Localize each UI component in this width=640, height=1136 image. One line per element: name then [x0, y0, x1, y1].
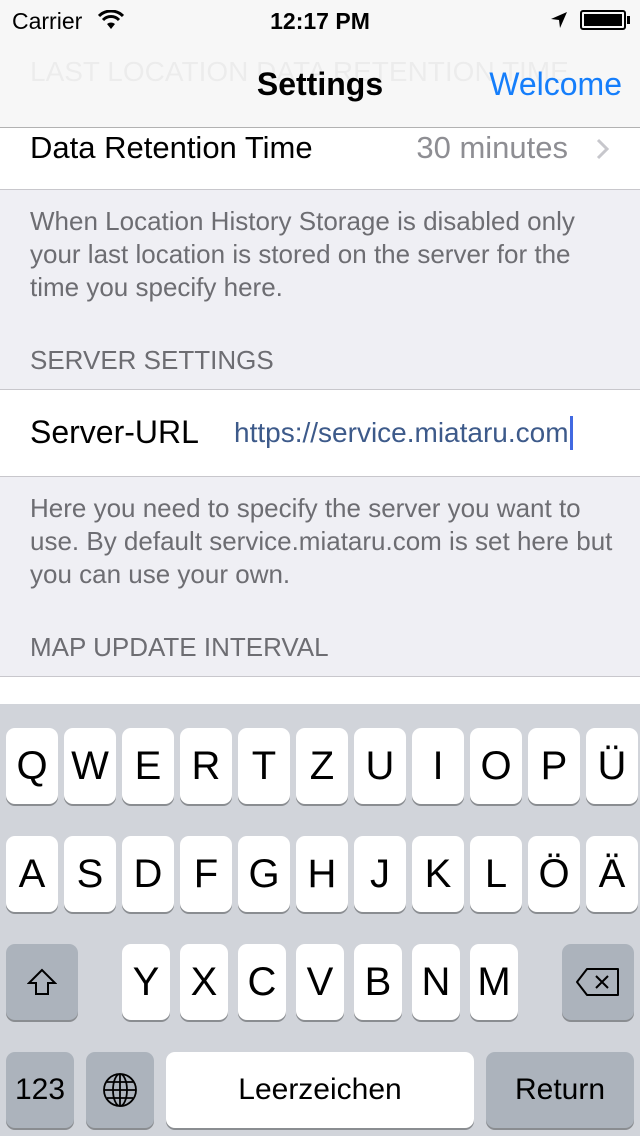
- server-url-input[interactable]: https://service.miataru.com: [234, 416, 573, 450]
- shift-key[interactable]: [6, 944, 78, 1020]
- data-retention-footer: When Location History Storage is disable…: [30, 206, 575, 302]
- key[interactable]: G: [238, 836, 290, 912]
- key[interactable]: E: [122, 728, 174, 804]
- key[interactable]: Y: [122, 944, 170, 1020]
- chevron-right-icon: [596, 138, 610, 160]
- key[interactable]: O: [470, 728, 522, 804]
- status-bar: Carrier 12:17 PM: [0, 0, 640, 40]
- numbers-key[interactable]: 123: [6, 1052, 74, 1128]
- key[interactable]: R: [180, 728, 232, 804]
- location-arrow-icon: [551, 12, 567, 28]
- key[interactable]: L: [470, 836, 522, 912]
- key[interactable]: V: [296, 944, 344, 1020]
- key[interactable]: X: [180, 944, 228, 1020]
- keyboard: QWERTZUIOPÜ ASDFGHJKLÖÄ YXCVBNM 123 Leer…: [0, 704, 640, 1136]
- data-retention-value: 30 minutes: [416, 130, 568, 165]
- globe-key[interactable]: [86, 1052, 154, 1128]
- key[interactable]: C: [238, 944, 286, 1020]
- key[interactable]: H: [296, 836, 348, 912]
- clock: 12:17 PM: [270, 8, 370, 34]
- key[interactable]: B: [354, 944, 402, 1020]
- key[interactable]: A: [6, 836, 58, 912]
- navigation-bar: LAST LOCATION DATA RETENTION TIME Settin…: [0, 40, 640, 128]
- backspace-icon: [576, 968, 619, 996]
- battery-icon: [580, 10, 626, 30]
- key[interactable]: F: [180, 836, 232, 912]
- key[interactable]: M: [470, 944, 518, 1020]
- key[interactable]: J: [354, 836, 406, 912]
- key[interactable]: U: [354, 728, 406, 804]
- server-url-footer: Here you need to specify the server you …: [30, 493, 613, 589]
- return-key[interactable]: Return: [486, 1052, 634, 1128]
- welcome-button[interactable]: Welcome: [489, 66, 622, 103]
- key[interactable]: N: [412, 944, 460, 1020]
- space-key[interactable]: Leerzeichen: [166, 1052, 474, 1128]
- data-retention-label: Data Retention Time: [30, 130, 313, 165]
- map-update-interval-header: MAP UPDATE INTERVAL: [30, 632, 329, 662]
- key[interactable]: D: [122, 836, 174, 912]
- key[interactable]: Ä: [586, 836, 638, 912]
- key[interactable]: T: [238, 728, 290, 804]
- globe-icon: [103, 1073, 137, 1107]
- key[interactable]: Q: [6, 728, 58, 804]
- key[interactable]: P: [528, 728, 580, 804]
- key[interactable]: I: [412, 728, 464, 804]
- server-settings-header: SERVER SETTINGS: [30, 345, 274, 375]
- key[interactable]: K: [412, 836, 464, 912]
- server-url-row: Server-URL https://service.miataru.com: [0, 389, 640, 477]
- server-url-label: Server-URL: [30, 414, 199, 450]
- key[interactable]: S: [64, 836, 116, 912]
- shift-arrow-icon: [27, 968, 57, 995]
- key[interactable]: Ü: [586, 728, 638, 804]
- data-retention-row[interactable]: Data Retention Time 30 minutes: [0, 128, 640, 190]
- key[interactable]: W: [64, 728, 116, 804]
- key[interactable]: Z: [296, 728, 348, 804]
- delete-key[interactable]: [562, 944, 634, 1020]
- battery-tip: [627, 16, 630, 24]
- key[interactable]: Ö: [528, 836, 580, 912]
